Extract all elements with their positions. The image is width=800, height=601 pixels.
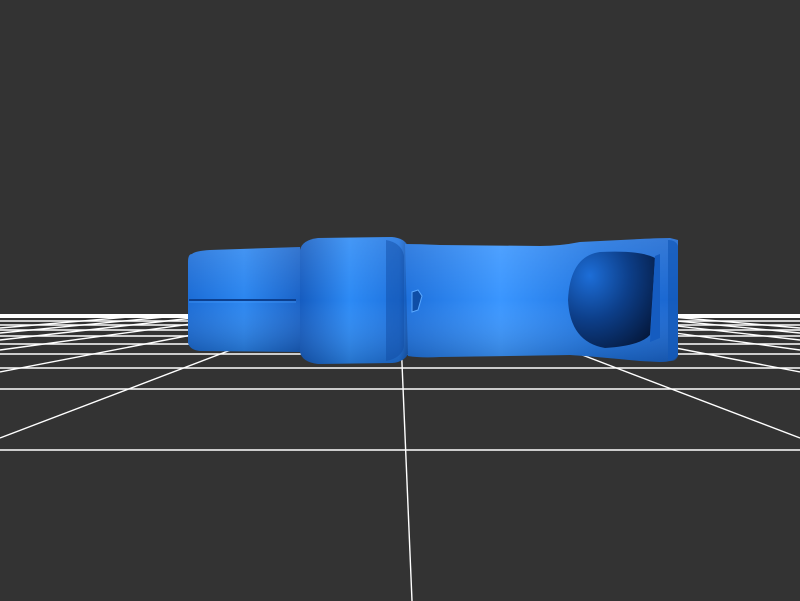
- viewport-scene[interactable]: [0, 0, 800, 601]
- whistle-model[interactable]: [188, 237, 678, 364]
- whistle-sound-hole: [568, 251, 655, 348]
- 3d-viewport[interactable]: [0, 0, 800, 601]
